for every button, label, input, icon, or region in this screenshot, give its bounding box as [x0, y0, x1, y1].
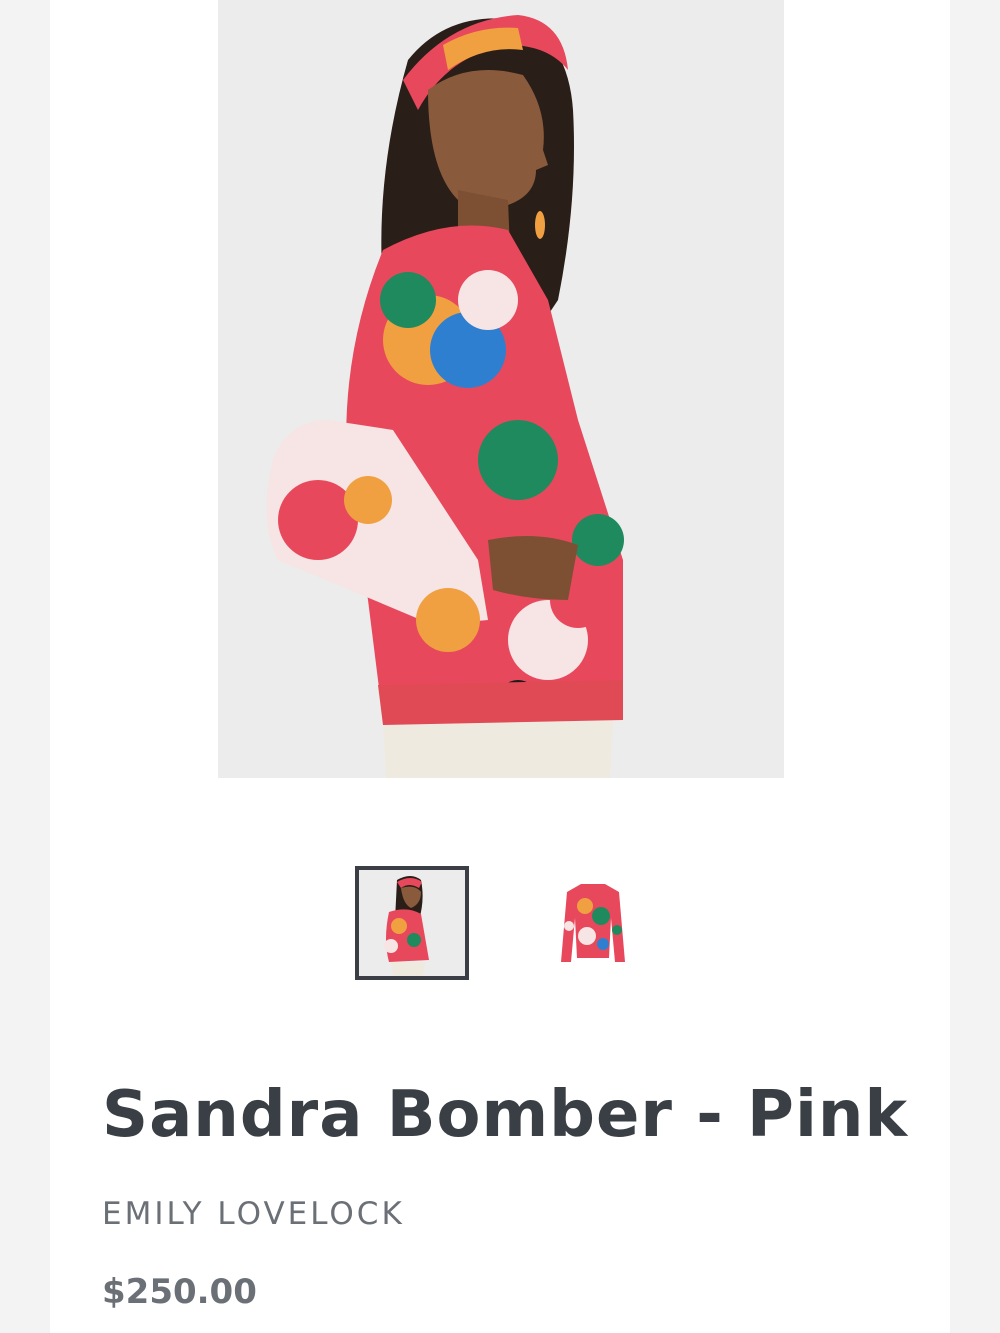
product-main-image[interactable]	[218, 0, 784, 778]
product-vendor[interactable]: EMILY LOVELOCK	[102, 1196, 405, 1232]
thumbnail-model-side[interactable]	[355, 866, 469, 980]
thumbnail-flat-lay[interactable]	[539, 866, 647, 974]
product-page: Sandra Bomber - Pink EMILY LOVELOCK $250…	[50, 0, 950, 1333]
product-price: $250.00	[102, 1272, 257, 1312]
product-title: Sandra Bomber - Pink	[102, 1078, 908, 1152]
